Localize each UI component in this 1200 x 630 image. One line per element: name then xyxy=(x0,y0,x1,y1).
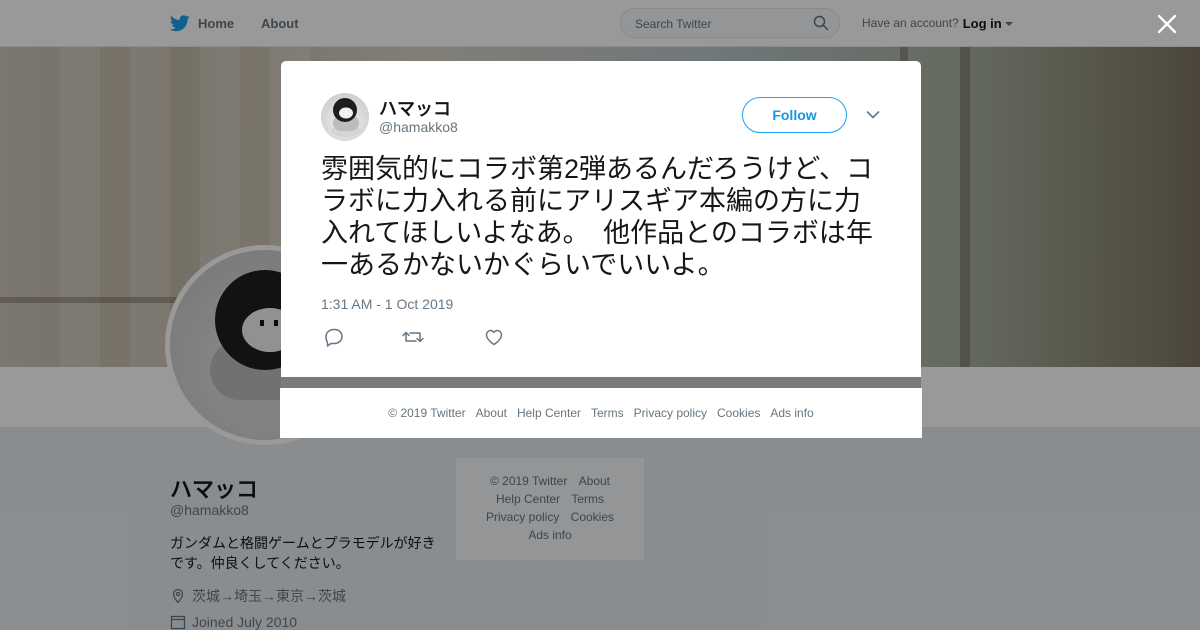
modal-footer-terms[interactable]: Terms xyxy=(591,406,624,420)
modal-footer-copyright: © 2019 Twitter xyxy=(388,406,466,420)
modal-footer-ads[interactable]: Ads info xyxy=(770,406,813,420)
modal-footer-help[interactable]: Help Center xyxy=(517,406,581,420)
modal-footer: © 2019 Twitter About Help Center Terms P… xyxy=(280,388,922,438)
follow-button-label: Follow xyxy=(772,107,817,123)
modal-footer-privacy[interactable]: Privacy policy xyxy=(634,406,707,420)
tweet-modal: ハマッコ @hamakko8 Follow 雰囲気的にコラボ第2弾あるんだろうけ… xyxy=(281,61,921,377)
modal-divider xyxy=(281,377,921,388)
follow-button[interactable]: Follow xyxy=(742,97,847,133)
tweet-author-handle[interactable]: @hamakko8 xyxy=(379,119,458,135)
retweet-icon[interactable] xyxy=(401,327,425,347)
heart-icon[interactable] xyxy=(482,327,506,347)
modal-footer-cookies[interactable]: Cookies xyxy=(717,406,760,420)
tweet-author-name[interactable]: ハマッコ xyxy=(379,95,451,121)
modal-footer-about[interactable]: About xyxy=(476,406,507,420)
tweet-text: 雰囲気的にコラボ第2弾あるんだろうけど、コラボに力入れる前にアリスギア本編の方に… xyxy=(321,154,874,280)
chevron-down-icon[interactable] xyxy=(866,110,880,120)
tweet-author-avatar[interactable] xyxy=(321,93,369,141)
close-icon[interactable] xyxy=(1154,11,1180,37)
reply-icon[interactable] xyxy=(322,327,346,347)
tweet-timestamp[interactable]: 1:31 AM - 1 Oct 2019 xyxy=(321,296,453,312)
